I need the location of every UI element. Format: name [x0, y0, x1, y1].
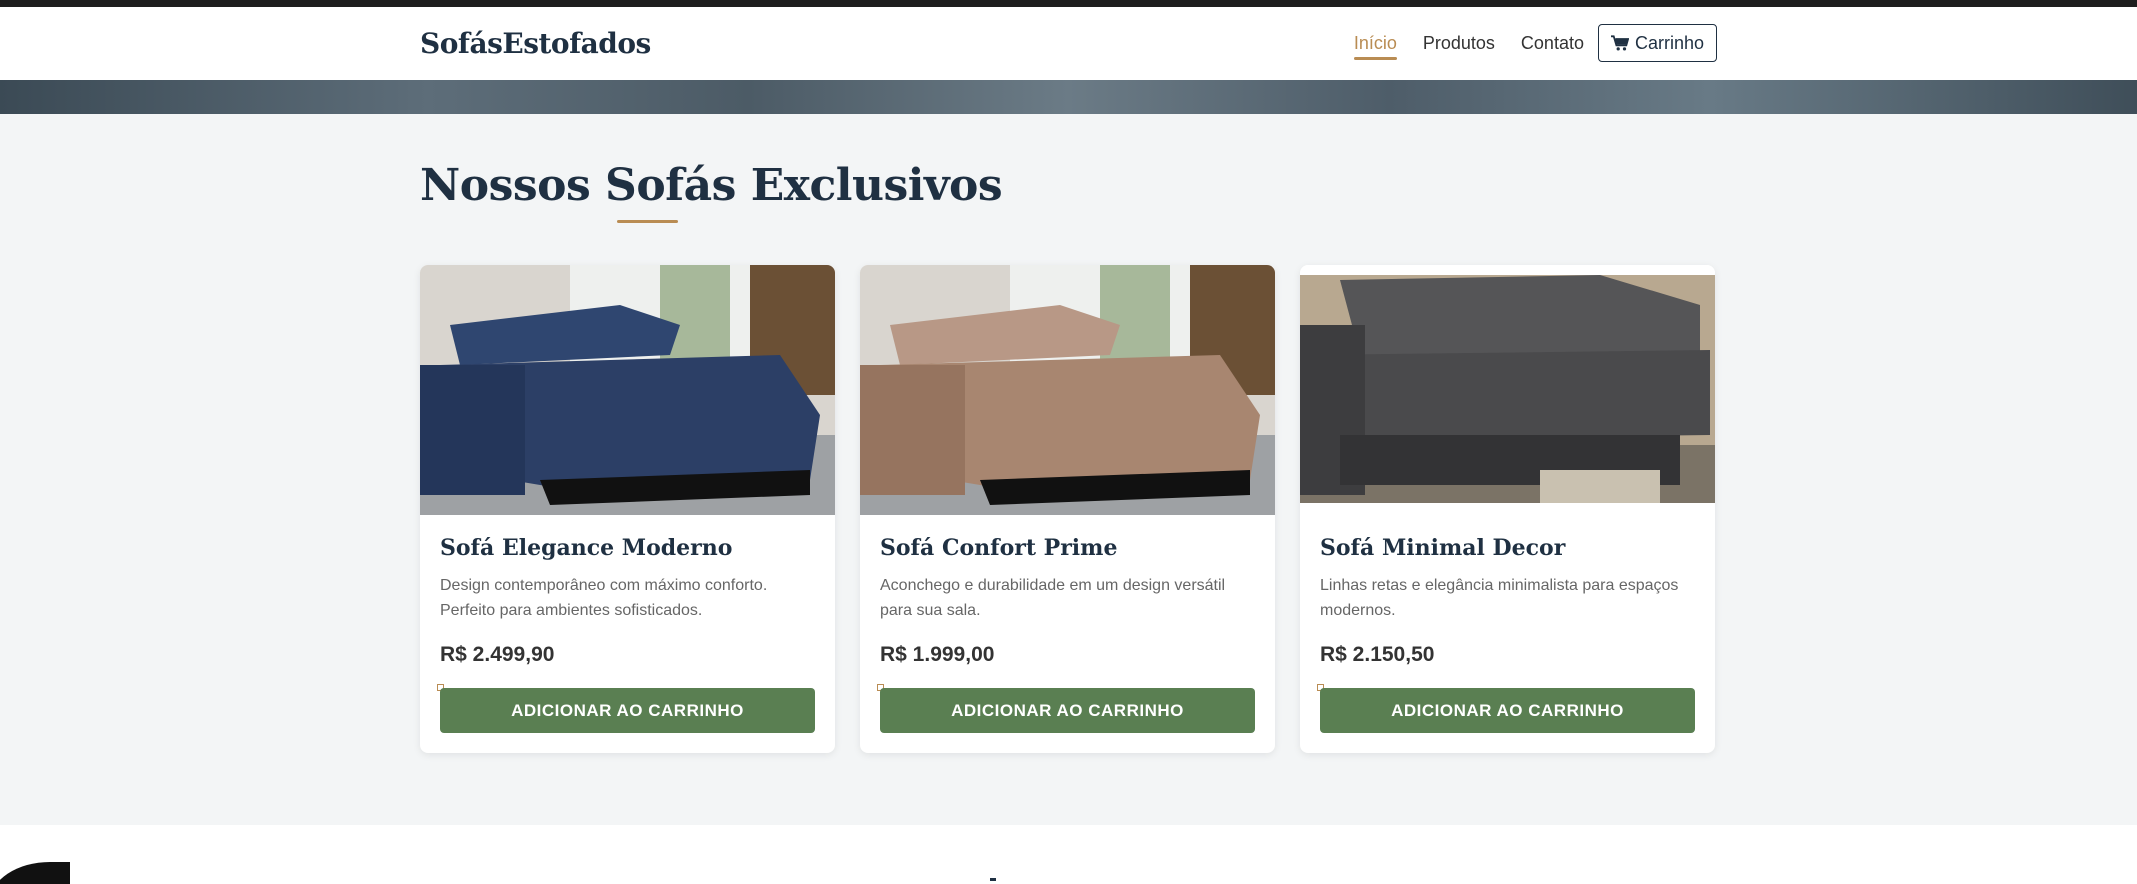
product-image — [1300, 265, 1715, 515]
product-description: Design contemporâneo com máximo conforto… — [440, 577, 768, 619]
product-price: R$ 2.150,50 — [1320, 643, 1435, 666]
add-to-cart-button[interactable]: ADICIONAR AO CARRINHO — [440, 688, 815, 733]
product-name[interactable]: Sofá Minimal Decor — [1320, 535, 1565, 561]
next-section — [0, 825, 2137, 884]
sofa-photo-beige — [860, 265, 1275, 515]
cart-button[interactable]: Carrinho — [1597, 24, 1717, 62]
product-name[interactable]: Sofá Confort Prime — [880, 535, 1117, 561]
cart-icon — [1610, 34, 1629, 51]
product-price: R$ 2.499,90 — [440, 643, 555, 666]
partial-heading-glyph — [990, 878, 996, 881]
nav-link-inicio[interactable]: Início — [1353, 27, 1397, 60]
product-image — [860, 265, 1275, 515]
section-title: Nossos Sofás Exclusivos — [420, 160, 1003, 211]
nav-link-produtos[interactable]: Produtos — [1423, 27, 1495, 60]
product-image — [420, 265, 835, 515]
add-to-cart-button[interactable]: ADICIONAR AO CARRINHO — [1320, 688, 1695, 733]
add-to-cart-button[interactable]: ADICIONAR AO CARRINHO — [880, 688, 1255, 733]
cart-label: Carrinho — [1634, 32, 1704, 53]
nav-link-contato[interactable]: Contato — [1521, 27, 1584, 60]
hero-banner-strip — [0, 80, 2137, 114]
product-card: Sofá Minimal Decor Linhas retas e elegân… — [1300, 265, 1715, 753]
product-name[interactable]: Sofá Elegance Moderno — [440, 535, 732, 561]
product-card: Sofá Elegance Moderno Design contemporân… — [420, 265, 835, 753]
navbar: SofásEstofados Início Produtos Contato C… — [0, 7, 2137, 80]
brand-logo[interactable]: SofásEstofados — [420, 27, 651, 60]
product-price: R$ 1.999,00 — [880, 643, 995, 666]
product-description: Linhas retas e elegância minimalista par… — [1320, 577, 1679, 619]
product-description: Aconchego e durabilidade em um design ve… — [880, 577, 1226, 619]
main-nav: Início Produtos Contato Carrinho — [1328, 24, 1717, 62]
sofa-photo-gray — [1300, 265, 1715, 515]
sofa-photo-blue — [420, 265, 835, 515]
title-underline — [617, 220, 678, 223]
product-card: Sofá Confort Prime Aconchego e durabilid… — [860, 265, 1275, 753]
top-strip — [0, 0, 2137, 7]
